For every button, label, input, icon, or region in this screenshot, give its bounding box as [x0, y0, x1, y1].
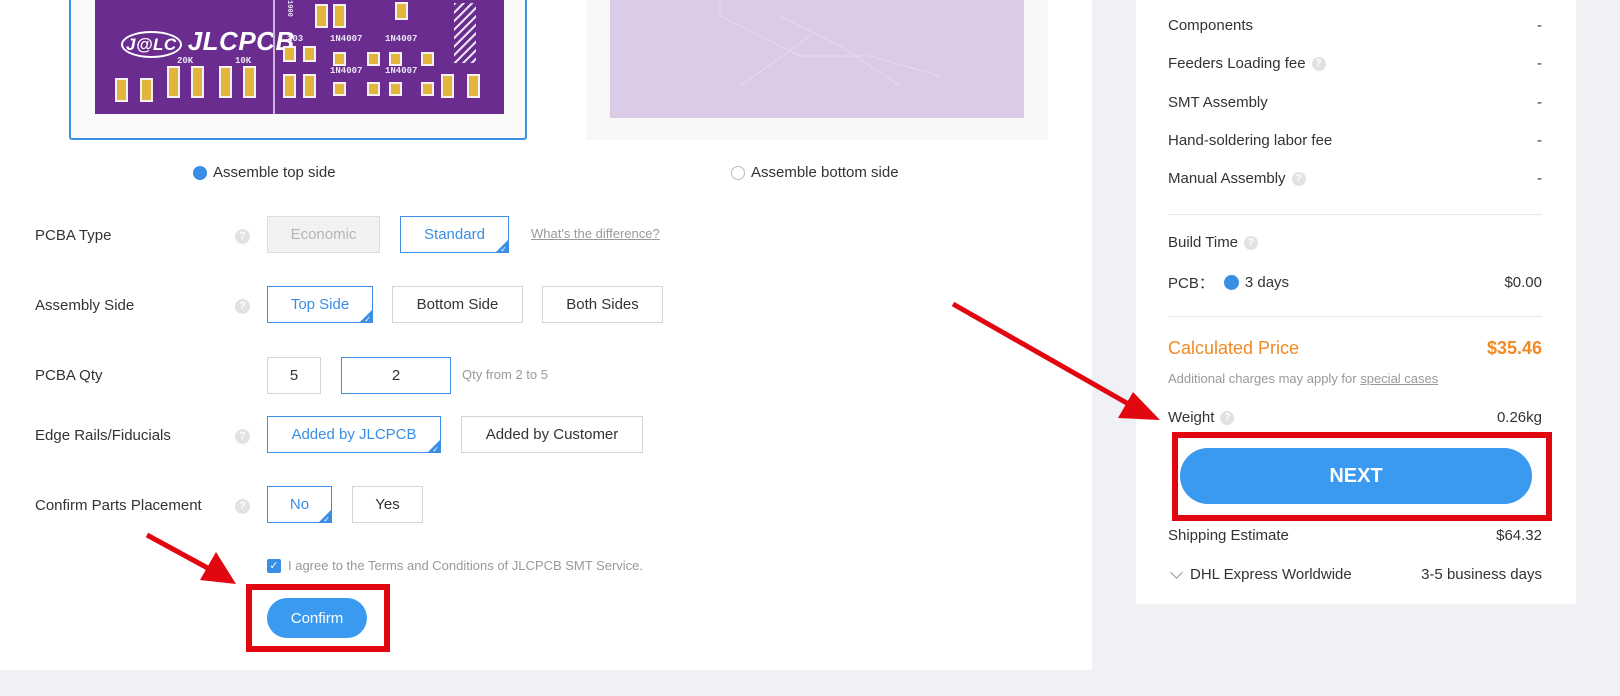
annotation-arrow-confirm	[145, 532, 236, 584]
annotation-arrows	[145, 301, 1160, 584]
annotation-arrow-next	[951, 301, 1160, 420]
